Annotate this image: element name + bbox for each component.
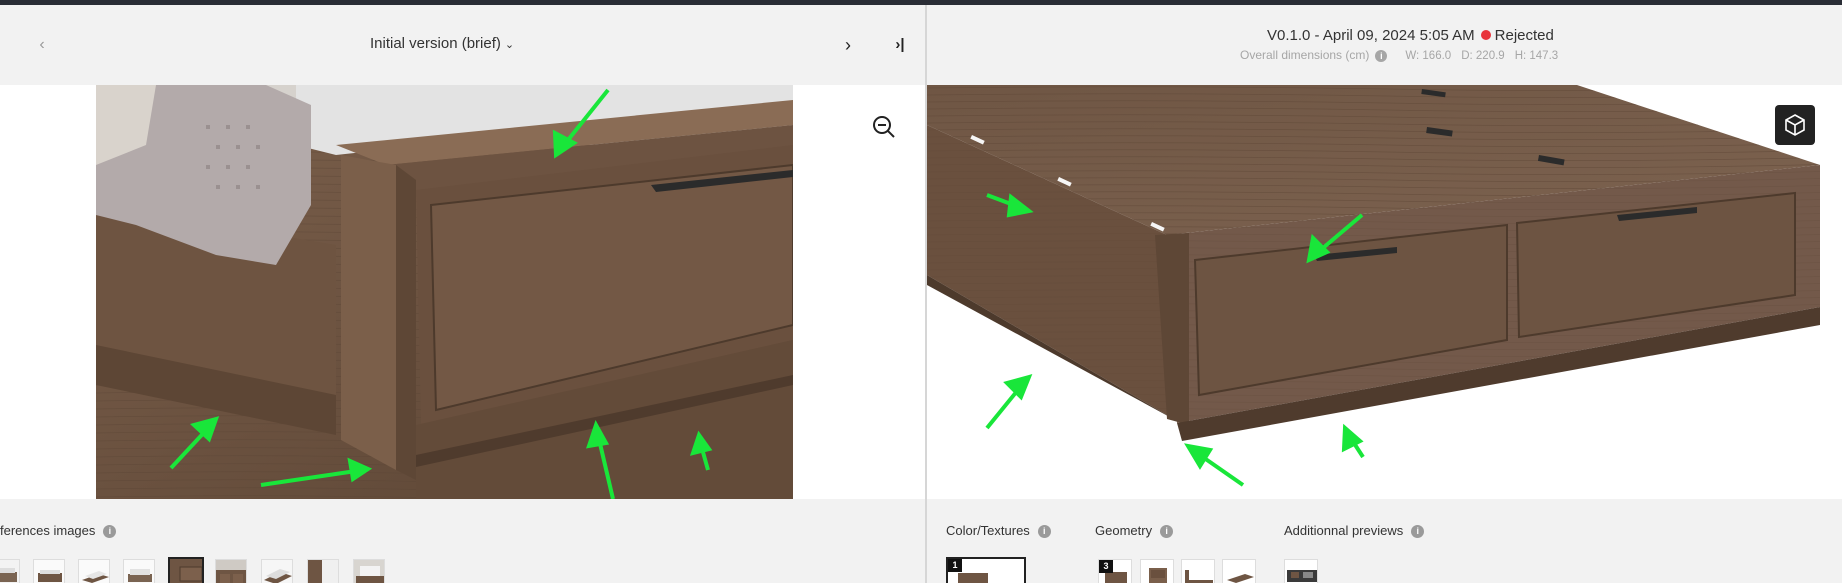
reference-thumbnail-selected[interactable] [168, 557, 204, 583]
status-text: Rejected [1494, 27, 1554, 44]
info-icon[interactable]: i [1375, 49, 1388, 62]
reference-thumbnail[interactable] [78, 559, 110, 583]
geometry-thumbnail[interactable] [1140, 559, 1174, 583]
reference-thumbnail[interactable] [0, 559, 20, 583]
previous-button[interactable]: ‹ [30, 33, 54, 57]
model-viewer[interactable] [927, 85, 1842, 499]
version-text: V0.1.0 - April 09, 2024 5:05 AM [1267, 27, 1475, 44]
dimension-height: H: 147.3 [1514, 50, 1559, 62]
dimensions-label: Overall dimensions (cm) [1240, 48, 1370, 62]
reference-thumbnail[interactable] [33, 559, 65, 583]
additional-preview-thumbnail[interactable] [1284, 559, 1318, 583]
geometry-section: Geometry i [1095, 523, 1174, 539]
cube-icon [1785, 114, 1805, 136]
bed-3d-render [927, 85, 1842, 499]
status-dot [1480, 30, 1491, 41]
reference-thumbnail[interactable] [123, 559, 155, 583]
view-3d-button[interactable] [1775, 105, 1815, 145]
info-icon[interactable]: i [1411, 525, 1425, 539]
model-pane: V0.1.0 - April 09, 2024 5:05 AM Rejected … [927, 5, 1842, 583]
additional-previews-section: Additionnal previews i [1284, 523, 1425, 539]
info-icon[interactable]: i [1037, 525, 1051, 539]
chevron-left-icon: ‹ [39, 36, 45, 53]
chevron-down-icon: ⌄ [504, 39, 515, 51]
version-dropdown[interactable]: Initial version (brief) ⌄ [370, 35, 514, 52]
reference-pane: ‹ Initial version (brief) ⌄ › ›| ference… [0, 5, 925, 583]
reference-thumbnail[interactable] [307, 559, 339, 583]
version-dropdown-label: Initial version (brief) [370, 35, 501, 52]
count-badge: 1 [948, 559, 962, 572]
dimension-width: W: 166.0 [1405, 50, 1452, 62]
reference-thumbnail-strip [0, 554, 925, 583]
geometry-thumbnail[interactable]: 3 [1098, 559, 1132, 583]
zoom-out-button[interactable] [870, 113, 898, 141]
reference-thumbnail[interactable] [261, 559, 293, 583]
info-icon[interactable]: i [1160, 525, 1174, 539]
bed-drawer-photo [96, 85, 793, 499]
reference-thumbnail[interactable] [353, 559, 385, 583]
color-texture-thumbnail[interactable]: 1 [946, 557, 1026, 583]
last-button[interactable]: ›| [888, 33, 912, 57]
skip-to-last-icon: ›| [895, 36, 905, 53]
info-icon[interactable]: i [103, 525, 117, 539]
dimension-depth: D: 220.9 [1461, 50, 1505, 62]
reference-images-section: ferences images i [0, 523, 117, 539]
chevron-right-icon: › [845, 35, 851, 55]
version-info: V0.1.0 - April 09, 2024 5:05 AM Rejected [1267, 27, 1554, 44]
count-badge: 3 [1099, 560, 1113, 573]
reference-header: ‹ Initial version (brief) ⌄ › ›| [0, 5, 925, 85]
dimensions-info: Overall dimensions (cm) i W: 166.0 D: 220.9… [1240, 48, 1568, 62]
zoom-out-icon [873, 116, 895, 138]
geometry-thumbnail[interactable] [1181, 559, 1215, 583]
reference-image-viewer [0, 85, 925, 499]
geometry-thumbnail[interactable] [1222, 559, 1256, 583]
color-textures-label: Color/Textures [946, 523, 1030, 538]
reference-photo [96, 85, 793, 499]
reference-images-label: ferences images [0, 523, 96, 538]
color-textures-section: Color/Textures i [946, 523, 1051, 539]
reference-thumbnail[interactable] [215, 559, 247, 583]
next-button[interactable]: › [836, 33, 860, 57]
additional-previews-label: Additionnal previews [1284, 523, 1404, 538]
geometry-label: Geometry [1095, 523, 1153, 538]
